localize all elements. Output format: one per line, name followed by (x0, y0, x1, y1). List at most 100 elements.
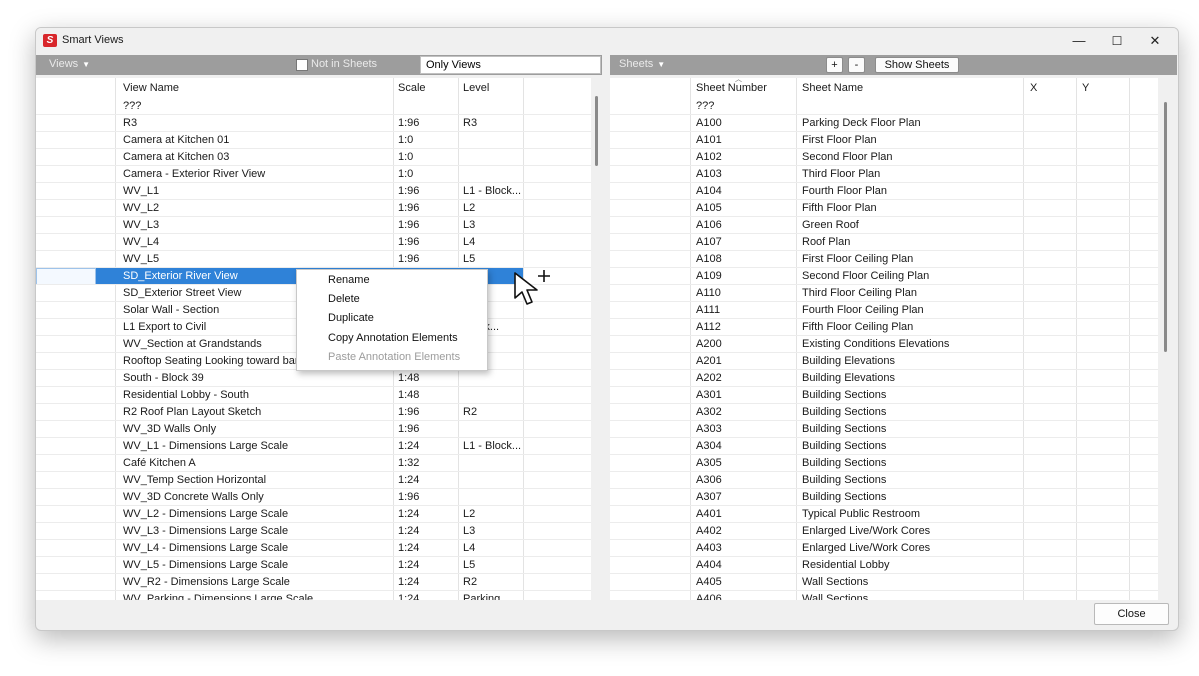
sheets-dropdown[interactable]: Sheets ▼ (619, 58, 665, 70)
sheet-name-cell: Building Elevations (802, 372, 895, 384)
sheet-row[interactable]: A100 Parking Deck Floor Plan (610, 115, 1158, 132)
row-selector[interactable] (36, 268, 96, 285)
sheet-row[interactable]: A303 Building Sections (610, 421, 1158, 438)
level-cell: L3 (463, 525, 476, 537)
view-row[interactable]: South - Block 39 1:48 (36, 370, 591, 387)
column-header-scale[interactable]: Scale (398, 80, 456, 97)
show-sheets-button[interactable]: Show Sheets (875, 57, 959, 73)
sheet-name-cell: Residential Lobby (802, 559, 890, 571)
sheet-number-cell: A106 (696, 219, 722, 231)
sheet-row[interactable]: A201 Building Elevations (610, 353, 1158, 370)
level-cell: L1 - Block... (463, 440, 521, 452)
views-filter-input[interactable]: Only Views (420, 56, 601, 74)
sheet-row[interactable]: A402 Enlarged Live/Work Cores (610, 523, 1158, 540)
sheet-name-cell: Second Floor Plan (802, 151, 893, 163)
sheets-scrollbar[interactable] (1164, 102, 1167, 352)
view-row[interactable]: WV_Parking - Dimensions Large Scale 1:24 P… (36, 591, 591, 600)
view-row[interactable]: WV_L2 - Dimensions Large Scale 1:24 L2 (36, 506, 591, 523)
view-row[interactable]: WV_L5 - Dimensions Large Scale 1:24 L5 (36, 557, 591, 574)
view-row[interactable]: R3 1:96 R3 (36, 115, 591, 132)
view-row[interactable]: WV_L4 - Dimensions Large Scale 1:24 L4 (36, 540, 591, 557)
column-header-sheet-number[interactable]: Sheet Number (696, 80, 794, 97)
column-header-view-name[interactable]: View Name (123, 80, 383, 97)
remove-sheet-button[interactable]: - (848, 57, 865, 73)
sheet-row[interactable]: A406 Wall Sections (610, 591, 1158, 600)
sheet-row[interactable]: A111 Fourth Floor Ceiling Plan (610, 302, 1158, 319)
close-button[interactable]: Close (1094, 603, 1169, 625)
view-name-cell: WV_L4 - Dimensions Large Scale (123, 542, 289, 554)
view-row[interactable]: Café Kitchen A 1:32 (36, 455, 591, 472)
sheet-row[interactable]: A403 Enlarged Live/Work Cores (610, 540, 1158, 557)
sheet-name-cell: Building Elevations (802, 355, 895, 367)
sheet-row[interactable]: A302 Building Sections (610, 404, 1158, 421)
menu-item-copy-annotation-elements[interactable]: Copy Annotation Elements (328, 329, 458, 348)
menu-item-rename[interactable]: Rename (328, 271, 370, 290)
sheet-row[interactable]: ??? (610, 98, 1158, 115)
caret-down-icon: ▼ (657, 60, 666, 69)
sheet-row[interactable]: A307 Building Sections (610, 489, 1158, 506)
sheets-grid[interactable]: Sheet Number Sheet Name X Y ??? A100 Parki… (610, 78, 1158, 600)
sheet-row[interactable]: A405 Wall Sections (610, 574, 1158, 591)
sheet-row[interactable]: A306 Building Sections (610, 472, 1158, 489)
sheet-row[interactable]: A110 Third Floor Ceiling Plan (610, 285, 1158, 302)
view-row[interactable]: WV_L1 1:96 L1 - Block... (36, 183, 591, 200)
menu-item-duplicate[interactable]: Duplicate (328, 309, 374, 328)
sheet-row[interactable]: A200 Existing Conditions Elevations (610, 336, 1158, 353)
scale-cell (398, 98, 456, 115)
column-header-level[interactable]: Level (463, 80, 521, 97)
menu-item-delete[interactable]: Delete (328, 290, 360, 309)
view-name-cell: Café Kitchen A (123, 457, 196, 469)
view-row[interactable]: WV_L4 1:96 L4 (36, 234, 591, 251)
sheet-number-cell: A107 (696, 236, 722, 248)
sheet-row[interactable]: A301 Building Sections (610, 387, 1158, 404)
column-header-x[interactable]: X (1030, 80, 1070, 97)
close-window-button[interactable]: ✕ (1132, 28, 1178, 54)
view-row[interactable]: WV_L3 1:96 L3 (36, 217, 591, 234)
view-row[interactable]: WV_3D Concrete Walls Only 1:96 (36, 489, 591, 506)
sheet-number-cell: A401 (696, 508, 722, 520)
sheet-row[interactable]: A305 Building Sections (610, 455, 1158, 472)
view-row[interactable]: WV_L2 1:96 L2 (36, 200, 591, 217)
view-name-cell: Camera - Exterior River View (123, 168, 266, 180)
view-row[interactable]: WV_L3 - Dimensions Large Scale 1:24 L3 (36, 523, 591, 540)
sheet-row[interactable]: A101 First Floor Plan (610, 132, 1158, 149)
sheet-row[interactable]: A109 Second Floor Ceiling Plan (610, 268, 1158, 285)
add-sheet-button[interactable]: + (826, 57, 843, 73)
sheet-name-cell: Wall Sections (802, 576, 869, 588)
level-cell (463, 370, 521, 387)
sheet-row[interactable]: A105 Fifth Floor Plan (610, 200, 1158, 217)
sheet-row[interactable]: A102 Second Floor Plan (610, 149, 1158, 166)
sheet-row[interactable]: A112 Fifth Floor Ceiling Plan (610, 319, 1158, 336)
sheet-row[interactable]: A404 Residential Lobby (610, 557, 1158, 574)
view-row[interactable]: Residential Lobby - South 1:48 (36, 387, 591, 404)
views-scrollbar[interactable] (595, 96, 598, 166)
sheet-row[interactable]: A401 Typical Public Restroom (610, 506, 1158, 523)
view-row[interactable]: R2 Roof Plan Layout Sketch 1:96 R2 (36, 404, 591, 421)
view-name-cell: Camera at Kitchen 03 (123, 151, 230, 163)
sheet-row[interactable]: A107 Roof Plan (610, 234, 1158, 251)
column-header-sheet-name[interactable]: Sheet Name (802, 80, 1020, 97)
sheet-row[interactable]: A202 Building Elevations (610, 370, 1158, 387)
sheet-name-cell: Fourth Floor Ceiling Plan (802, 304, 924, 316)
view-row[interactable]: WV_R2 - Dimensions Large Scale 1:24 R2 (36, 574, 591, 591)
view-row[interactable]: ??? (36, 98, 591, 115)
sheet-row[interactable]: A108 First Floor Ceiling Plan (610, 251, 1158, 268)
sheet-name-cell: Second Floor Ceiling Plan (802, 270, 930, 282)
sheet-row[interactable]: A304 Building Sections (610, 438, 1158, 455)
not-in-sheets-checkbox[interactable] (296, 59, 308, 71)
view-row[interactable]: WV_3D Walls Only 1:96 (36, 421, 591, 438)
sheet-name-cell: Building Sections (802, 406, 887, 418)
view-row[interactable]: WV_L1 - Dimensions Large Scale 1:24 L1 - B… (36, 438, 591, 455)
view-row[interactable]: WV_Temp Section Horizontal 1:24 (36, 472, 591, 489)
view-row[interactable]: Camera - Exterior River View 1:0 (36, 166, 591, 183)
column-header-y[interactable]: Y (1082, 80, 1122, 97)
sheet-name-cell: Building Sections (802, 423, 887, 435)
views-dropdown[interactable]: Views ▼ (49, 58, 90, 70)
view-row[interactable]: WV_L5 1:96 L5 (36, 251, 591, 268)
scale-cell: 1:0 (398, 134, 414, 146)
sheet-row[interactable]: A106 Green Roof (610, 217, 1158, 234)
sheet-row[interactable]: A103 Third Floor Plan (610, 166, 1158, 183)
view-row[interactable]: Camera at Kitchen 03 1:0 (36, 149, 591, 166)
sheet-row[interactable]: A104 Fourth Floor Plan (610, 183, 1158, 200)
view-row[interactable]: Camera at Kitchen 01 1:0 (36, 132, 591, 149)
